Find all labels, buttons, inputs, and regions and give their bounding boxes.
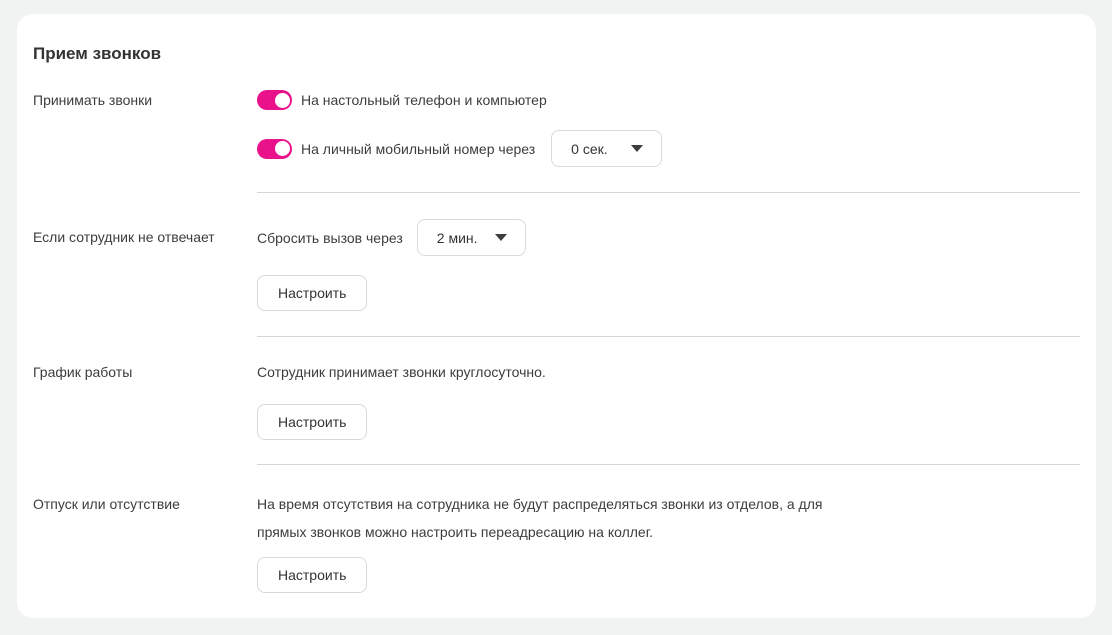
personal-mobile-toggle-label: На личный мобильный номер через: [301, 139, 535, 159]
vacation-description: На время отсутствия на сотрудника не буд…: [257, 490, 1080, 546]
vacation-section: Отпуск или отсутствие На время отсутстви…: [33, 490, 1080, 593]
drop-call-row: Сбросить вызов через 2 мин.: [257, 219, 1080, 256]
work-schedule-section: График работы Сотрудник принимает звонки…: [33, 362, 1080, 440]
vacation-description-line: На время отсутствия на сотрудника не буд…: [257, 490, 1080, 518]
work-schedule-configure-button[interactable]: Настроить: [257, 404, 367, 440]
section-divider: [257, 464, 1080, 465]
work-schedule-label: График работы: [33, 362, 257, 440]
toggle-knob: [275, 141, 290, 156]
desktop-phone-row: На настольный телефон и компьютер: [257, 90, 1080, 110]
vacation-label: Отпуск или отсутствие: [33, 490, 257, 593]
drop-call-text: Сбросить вызов через: [257, 230, 403, 246]
call-settings-card: Прием звонков Принимать звонки На настол…: [17, 14, 1096, 618]
page-title: Прием звонков: [33, 44, 1080, 64]
desktop-phone-toggle-label: На настольный телефон и компьютер: [301, 90, 547, 110]
section-divider: [257, 192, 1080, 193]
accept-calls-section: Принимать звонки На настольный телефон и…: [33, 90, 1080, 167]
vacation-description-line: прямых звонков можно настроить переадрес…: [257, 518, 1080, 546]
desktop-phone-toggle[interactable]: [257, 90, 292, 110]
drop-call-delay-dropdown[interactable]: 2 мин.: [417, 219, 526, 256]
chevron-down-icon: [631, 145, 643, 152]
vacation-configure-button[interactable]: Настроить: [257, 557, 367, 593]
mobile-delay-value: 0 сек.: [571, 141, 607, 157]
personal-mobile-toggle[interactable]: [257, 139, 292, 159]
no-answer-label: Если сотрудник не отвечает: [33, 219, 257, 311]
work-schedule-text: Сотрудник принимает звонки круглосуточно…: [257, 362, 1080, 382]
drop-call-delay-value: 2 мин.: [437, 230, 478, 246]
mobile-delay-dropdown[interactable]: 0 сек.: [551, 130, 662, 167]
toggle-knob: [275, 93, 290, 108]
personal-mobile-row: На личный мобильный номер через 0 сек.: [257, 130, 1080, 167]
chevron-down-icon: [495, 234, 507, 241]
no-answer-configure-button[interactable]: Настроить: [257, 275, 367, 311]
section-divider: [257, 336, 1080, 337]
no-answer-section: Если сотрудник не отвечает Сбросить вызо…: [33, 219, 1080, 311]
accept-calls-label: Принимать звонки: [33, 90, 257, 167]
